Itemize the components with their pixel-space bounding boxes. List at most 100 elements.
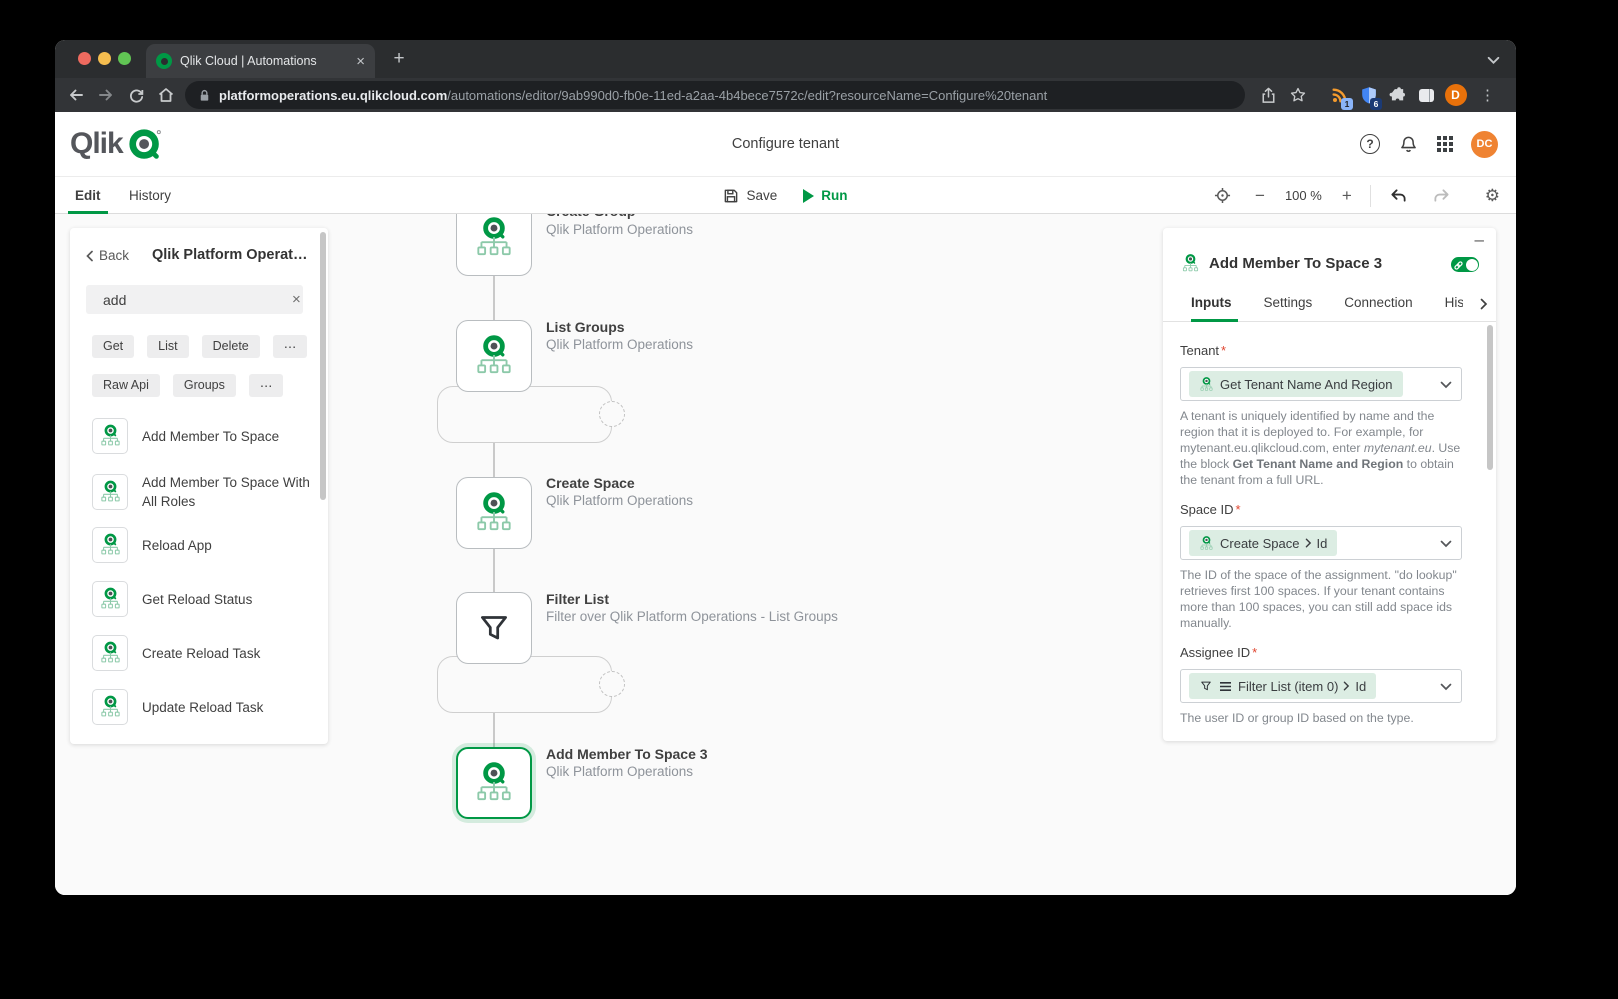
rss-badge: 1: [1341, 98, 1353, 110]
block-subtitle: Qlik Platform Operations: [546, 337, 694, 352]
user-avatar[interactable]: DC: [1471, 130, 1498, 158]
app-launcher-grid-icon[interactable]: [1437, 136, 1453, 152]
reload-icon[interactable]: [121, 87, 151, 104]
space-id-value-pill: Create Space Id: [1189, 530, 1338, 556]
tenant-value-pill: Get Tenant Name And Region: [1189, 371, 1403, 397]
tab-connection[interactable]: Connection: [1344, 288, 1412, 322]
block-title: Create Space: [546, 475, 635, 491]
address-bar[interactable]: platformoperations.eu.qlikcloud.com/auto…: [185, 81, 1245, 109]
browser-tab[interactable]: Qlik Cloud | Automations ×: [146, 44, 375, 78]
filter-chip-raw-api[interactable]: Raw Api: [92, 374, 160, 397]
tab-search-chevron-icon[interactable]: [1487, 52, 1500, 70]
block-config-panel: – Add Member To Space 3 Inputs Settings …: [1163, 228, 1496, 741]
extensions-puzzle-icon[interactable]: [1383, 85, 1412, 105]
block-title: Create Group: [546, 214, 635, 220]
fullscreen-window-button[interactable]: [118, 52, 131, 65]
zoom-in-button[interactable]: +: [1330, 186, 1364, 206]
zoom-out-button[interactable]: −: [1243, 186, 1277, 206]
search-input[interactable]: [103, 291, 284, 308]
filter-chip-more[interactable]: ⋯: [272, 335, 308, 358]
connector-line: [493, 549, 495, 592]
panel-tabs: Inputs Settings Connection History: [1163, 288, 1496, 322]
block-create-group[interactable]: [456, 214, 532, 276]
block-list-groups[interactable]: [456, 320, 532, 392]
filter-chip-list[interactable]: List: [147, 335, 189, 358]
loop-drop-target[interactable]: [599, 401, 625, 427]
block-add-member-to-space-3[interactable]: [456, 747, 532, 819]
block-search[interactable]: ×: [86, 285, 303, 314]
settings-gear-icon[interactable]: ⚙: [1463, 186, 1516, 206]
filter-chip-delete[interactable]: Delete: [201, 335, 260, 358]
clear-search-icon[interactable]: ×: [292, 291, 301, 308]
forward-icon[interactable]: [91, 86, 121, 104]
tabs-overflow-chevron-icon[interactable]: [1480, 297, 1488, 315]
space-id-select[interactable]: Create Space Id: [1180, 526, 1462, 560]
back-button[interactable]: Back: [86, 248, 129, 263]
qlik-block-icon: [92, 581, 128, 617]
loop-outline: [437, 656, 612, 713]
app-header: Qlik Configure tenant ? DC: [55, 112, 1516, 176]
screenshot: Qlik Cloud | Automations × + platformope…: [0, 0, 1618, 999]
collapse-panel-icon[interactable]: –: [1475, 230, 1484, 250]
minimize-window-button[interactable]: [98, 52, 111, 65]
qlik-block-icon: [1199, 535, 1214, 552]
tab-settings[interactable]: Settings: [1264, 288, 1313, 322]
qlik-block-icon: [92, 689, 128, 725]
help-icon[interactable]: ?: [1360, 134, 1380, 154]
save-icon: [723, 188, 739, 204]
share-icon[interactable]: [1253, 86, 1283, 105]
scrollbar-thumb[interactable]: [1487, 325, 1493, 470]
tab-title: Qlik Cloud | Automations: [180, 54, 317, 68]
save-button[interactable]: Save: [723, 188, 777, 204]
browser-toolbar: platformoperations.eu.qlikcloud.com/auto…: [55, 78, 1516, 112]
automation-canvas[interactable]: Create Group Qlik Platform Operations Li…: [55, 214, 1516, 895]
assignee-id-select[interactable]: Filter List (item 0) Id: [1180, 669, 1462, 703]
run-button[interactable]: Run: [803, 188, 848, 203]
connector-line: [493, 276, 495, 320]
bookmark-star-icon[interactable]: [1283, 86, 1313, 104]
close-tab-icon[interactable]: ×: [356, 54, 365, 69]
list-item[interactable]: Reload App: [92, 527, 312, 563]
side-panel-icon[interactable]: [1412, 88, 1441, 102]
qlik-block-icon: [92, 635, 128, 671]
list-item[interactable]: Get Reload Status: [92, 581, 312, 617]
rss-extension-icon[interactable]: 1: [1325, 85, 1354, 110]
tenant-select[interactable]: Get Tenant Name And Region: [1180, 367, 1462, 401]
block-subtitle: Qlik Platform Operations: [546, 493, 694, 508]
qlik-block-icon: [473, 333, 515, 379]
browser-window: Qlik Cloud | Automations × + platformope…: [55, 40, 1516, 895]
list-item[interactable]: Update Reload Task: [92, 689, 312, 725]
filter-chip-more[interactable]: ⋯: [248, 374, 284, 397]
block-title: Add Member To Space 3: [546, 746, 708, 762]
tab-history[interactable]: History: [1445, 288, 1463, 322]
qlik-block-icon: [92, 527, 128, 563]
notifications-bell-icon[interactable]: [1398, 134, 1419, 155]
block-create-space[interactable]: [456, 477, 532, 549]
reference-mode-toggle[interactable]: [1451, 257, 1479, 272]
filter-chip-get[interactable]: Get: [92, 335, 135, 358]
loop-drop-target[interactable]: [599, 671, 625, 697]
new-tab-button[interactable]: +: [387, 48, 411, 70]
filter-funnel-icon: [475, 609, 513, 647]
back-icon[interactable]: [61, 86, 91, 104]
shield-extension-icon[interactable]: 6: [1354, 85, 1383, 110]
lock-icon: [197, 88, 212, 103]
home-icon[interactable]: [151, 86, 181, 104]
automation-title: Configure tenant: [731, 136, 840, 152]
browser-profile-avatar[interactable]: D: [1441, 84, 1470, 106]
center-canvas-icon[interactable]: [1202, 187, 1243, 204]
list-item[interactable]: Create Reload Task: [92, 635, 312, 671]
scrollbar-thumb[interactable]: [320, 232, 326, 500]
block-filter-list[interactable]: [456, 592, 532, 664]
list-item[interactable]: Add Member To Space With All Roles: [92, 473, 312, 511]
block-subtitle: Qlik Platform Operations: [546, 764, 694, 779]
close-window-button[interactable]: [78, 52, 91, 65]
list-items-icon: [1219, 681, 1232, 692]
redo-icon[interactable]: [1420, 187, 1463, 204]
chevron-left-icon: [86, 250, 94, 262]
browser-menu-icon[interactable]: ⋮: [1470, 86, 1505, 104]
undo-icon[interactable]: [1377, 187, 1420, 204]
tab-inputs[interactable]: Inputs: [1191, 288, 1237, 322]
filter-chip-groups[interactable]: Groups: [172, 374, 236, 397]
list-item[interactable]: Add Member To Space: [92, 418, 312, 454]
